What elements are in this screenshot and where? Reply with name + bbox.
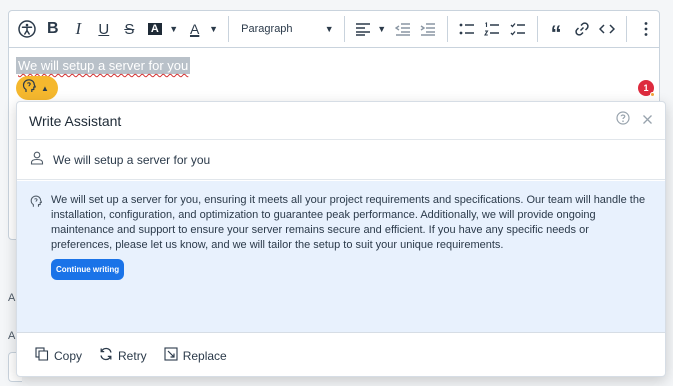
selected-text[interactable]: We will setup a server for you (16, 57, 191, 74)
retry-label: Retry (118, 348, 147, 363)
write-assistant-panel: Write Assistant We will setup a server f… (16, 101, 666, 377)
status-dot (650, 92, 655, 97)
italic-button[interactable]: I (66, 16, 91, 42)
replace-label: Replace (182, 348, 227, 363)
outdent-icon[interactable] (390, 16, 415, 42)
replace-icon (164, 347, 178, 364)
code-view-icon[interactable] (595, 16, 620, 42)
response-text: We will set up a server for you, ensurin… (51, 194, 646, 251)
accessibility-icon[interactable] (15, 16, 40, 42)
copy-icon (35, 347, 49, 364)
more-options-icon[interactable] (633, 16, 658, 42)
blockquote-icon[interactable]: “ (544, 16, 569, 44)
toolbar-divider (228, 16, 230, 42)
paragraph-select[interactable]: Paragraph ▼ (235, 16, 337, 42)
toolbar-divider (343, 16, 345, 42)
ai-head-icon (21, 78, 37, 99)
background-label: A (8, 292, 16, 304)
underline-button[interactable]: U (92, 16, 117, 42)
user-icon (30, 151, 44, 168)
chevron-down-icon[interactable]: ▼ (168, 16, 179, 42)
editor-content[interactable]: We will setup a server for you (9, 48, 659, 84)
toolbar-divider (626, 16, 628, 42)
panel-footer: Copy Retry Replace (17, 332, 665, 376)
toolbar-divider (447, 16, 449, 42)
ai-assistant-trigger[interactable]: ▲ (16, 76, 58, 100)
align-left-icon[interactable] (351, 16, 376, 42)
toolbar-divider (536, 16, 538, 42)
bold-button[interactable]: B (41, 16, 66, 42)
chevron-down-icon[interactable]: ▼ (376, 16, 387, 42)
chevron-up-icon: ▲ (41, 83, 49, 93)
highlight-color-icon[interactable]: A (143, 16, 168, 42)
response-area: We will set up a server for you, ensurin… (17, 181, 665, 332)
ai-head-icon (29, 193, 43, 332)
indent-icon[interactable] (416, 16, 441, 42)
prompt-text: We will setup a server for you (53, 152, 211, 167)
close-icon[interactable] (642, 112, 653, 130)
paragraph-select-label: Paragraph (241, 23, 293, 35)
chevron-down-icon: ▼ (324, 24, 334, 34)
retry-icon (99, 347, 113, 364)
copy-label: Copy (54, 348, 83, 363)
prompt-row: We will setup a server for you (17, 140, 665, 180)
replace-button[interactable]: Replace (164, 347, 227, 364)
background-label: A (8, 330, 16, 342)
checklist-icon[interactable] (505, 16, 530, 42)
bullet-list-icon[interactable] (454, 16, 479, 42)
retry-button[interactable]: Retry (99, 347, 147, 364)
editor-toolbar: B I U S A ▼ A ▼ Paragraph ▼ ▼ “ (9, 11, 659, 48)
numbered-list-icon[interactable] (480, 16, 505, 42)
continue-writing-button[interactable]: Continue writing (51, 259, 125, 280)
strikethrough-button[interactable]: S (117, 16, 142, 42)
help-icon[interactable] (616, 111, 630, 130)
copy-button[interactable]: Copy (35, 347, 82, 364)
panel-title: Write Assistant (29, 112, 122, 129)
link-icon[interactable] (569, 16, 594, 42)
panel-header: Write Assistant (17, 102, 665, 140)
text-color-icon[interactable]: A (182, 16, 207, 42)
chevron-down-icon[interactable]: ▼ (208, 16, 219, 42)
